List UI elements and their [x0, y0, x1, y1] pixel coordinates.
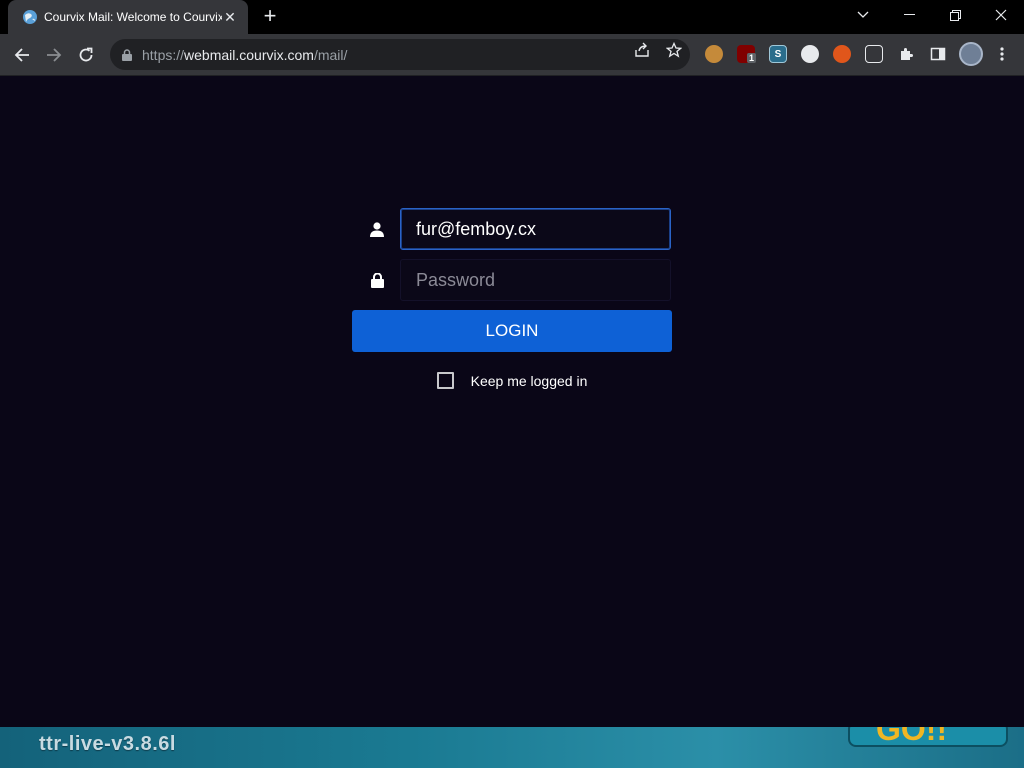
plus-icon: + — [263, 3, 277, 28]
address-bar[interactable]: https://webmail.courvix.com/mail/ — [110, 39, 690, 70]
password-input[interactable] — [400, 259, 671, 301]
keep-logged-in-option[interactable]: Keep me logged in — [352, 372, 672, 389]
webmail-login-page: LOGIN Keep me logged in — [0, 77, 1024, 727]
side-panel-shape — [930, 47, 946, 61]
minimize-button[interactable] — [886, 0, 932, 30]
minimize-icon — [903, 14, 915, 15]
tab-strip: Courvix Mail: Welcome to Courvix ✕ + — [0, 0, 1024, 34]
profile-avatar[interactable] — [959, 42, 983, 66]
back-arrow-icon — [14, 48, 29, 62]
reload-button[interactable] — [73, 42, 99, 68]
ublock-icon[interactable]: 1 — [737, 45, 757, 63]
dark-reader-icon[interactable] — [801, 45, 819, 63]
sidebar-icon[interactable] — [929, 45, 947, 63]
forward-button[interactable] — [41, 42, 67, 68]
keep-logged-in-label: Keep me logged in — [470, 372, 588, 389]
tab-close-icon[interactable]: ✕ — [222, 9, 238, 26]
close-icon — [995, 9, 1007, 21]
browser-toolbar: https://webmail.courvix.com/mail/ 1 S — [0, 34, 1024, 76]
ublock-badge: 1 — [747, 53, 757, 63]
chevron-down-icon — [857, 11, 869, 18]
login-form: LOGIN Keep me logged in — [352, 208, 672, 389]
share-icon — [635, 42, 649, 57]
forward-arrow-icon — [47, 48, 62, 62]
version-label: ttr-live-v3.8.6l — [39, 733, 176, 755]
restore-button[interactable] — [932, 0, 978, 30]
game-logo-lettering: GO!! — [876, 727, 948, 747]
keep-logged-in-checkbox[interactable] — [436, 372, 454, 389]
url-host: webmail.courvix.com — [184, 46, 314, 63]
reload-icon — [79, 47, 93, 62]
tab-search-button[interactable] — [840, 0, 886, 30]
password-row — [352, 259, 672, 301]
url-path: /mail/ — [313, 46, 348, 63]
username-input[interactable] — [400, 208, 671, 250]
bookmark-button[interactable] — [665, 41, 683, 59]
fox-icon[interactable] — [833, 45, 851, 63]
extensions-puzzle-shape — [901, 48, 913, 60]
game-logo-image: GO!! — [848, 727, 1008, 747]
globe-favicon-icon — [23, 10, 37, 24]
puzzle-icon[interactable] — [897, 45, 915, 63]
restore-icon — [949, 9, 961, 21]
back-button[interactable] — [9, 42, 35, 68]
close-window-button[interactable] — [978, 0, 1024, 30]
browser-tab[interactable]: Courvix Mail: Welcome to Courvix ✕ — [8, 0, 248, 34]
cookie-icon[interactable] — [705, 45, 723, 63]
user-icon — [354, 208, 400, 250]
kebab-menu-icon — [1000, 47, 1004, 61]
share-button[interactable] — [633, 41, 651, 59]
url-scheme: https:// — [142, 46, 185, 63]
url-text: https://webmail.courvix.com/mail/ — [142, 47, 347, 63]
tab-title: Courvix Mail: Welcome to Courvix — [44, 10, 222, 24]
lock-icon — [354, 259, 400, 301]
tamper-icon[interactable] — [865, 45, 883, 63]
game-overlay-banner: ttr-live-v3.8.6l GO!! — [0, 727, 1024, 768]
s-extension-icon[interactable]: S — [769, 45, 787, 63]
login-button[interactable]: LOGIN — [352, 310, 672, 352]
new-tab-button[interactable]: + — [258, 5, 282, 29]
lock-icon — [122, 48, 132, 61]
star-icon — [666, 42, 682, 58]
username-row — [352, 208, 672, 250]
menu-button[interactable] — [993, 45, 1011, 63]
